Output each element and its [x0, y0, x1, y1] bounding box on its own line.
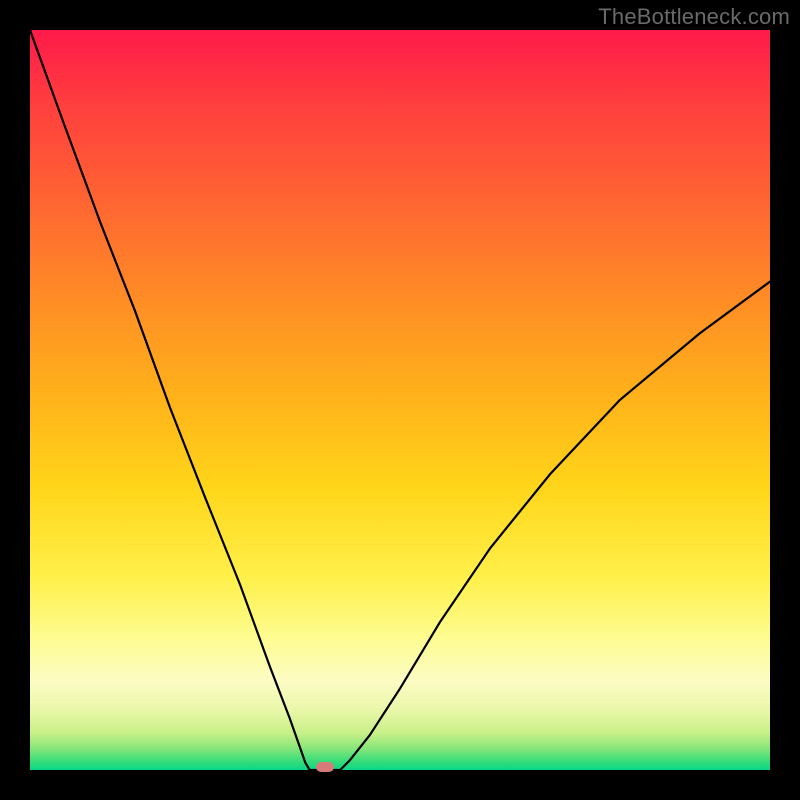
chart-frame: TheBottleneck.com [0, 0, 800, 800]
bottleneck-curve [30, 30, 770, 770]
plot-area [30, 30, 770, 770]
minimum-marker [316, 762, 334, 772]
curve-path [30, 30, 770, 770]
watermark-text: TheBottleneck.com [598, 4, 790, 30]
